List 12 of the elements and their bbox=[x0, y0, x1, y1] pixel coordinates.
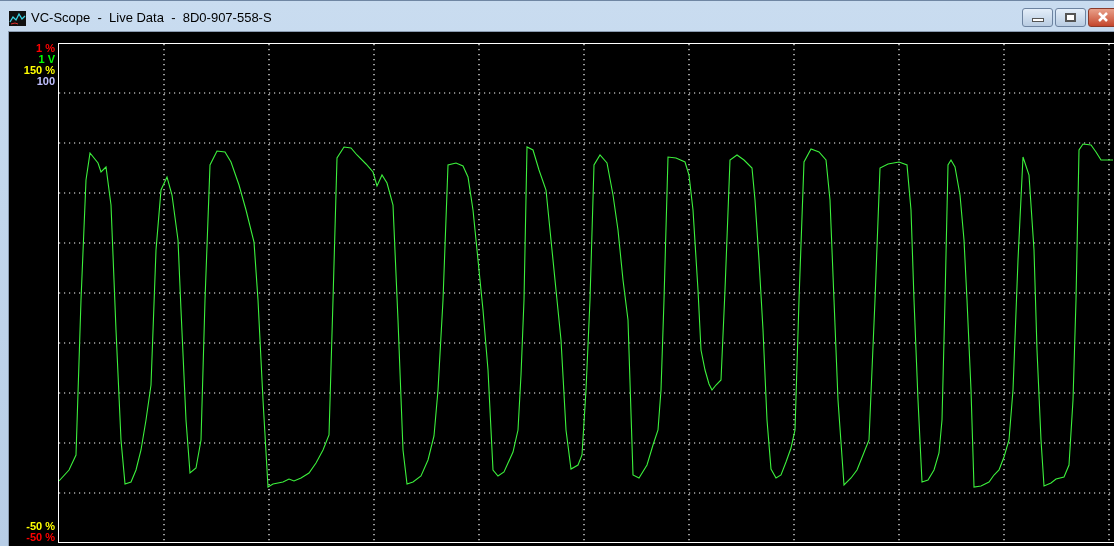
minimize-button[interactable] bbox=[1022, 7, 1053, 27]
scale-label: -50 % bbox=[26, 532, 55, 543]
oscilloscope-icon bbox=[9, 10, 26, 26]
scale-label: 100 bbox=[36, 76, 55, 87]
maximize-button[interactable] bbox=[1055, 7, 1086, 27]
scale-label: 1 V bbox=[38, 54, 55, 65]
scale-label: 150 % bbox=[23, 65, 55, 76]
scale-label: 1 % bbox=[36, 43, 55, 54]
scale-label: -50 % bbox=[26, 521, 55, 532]
close-icon bbox=[1097, 12, 1109, 22]
window-title: VC-Scope - Live Data - 8D0-907-558-S bbox=[31, 9, 272, 28]
close-button[interactable] bbox=[1088, 7, 1114, 27]
